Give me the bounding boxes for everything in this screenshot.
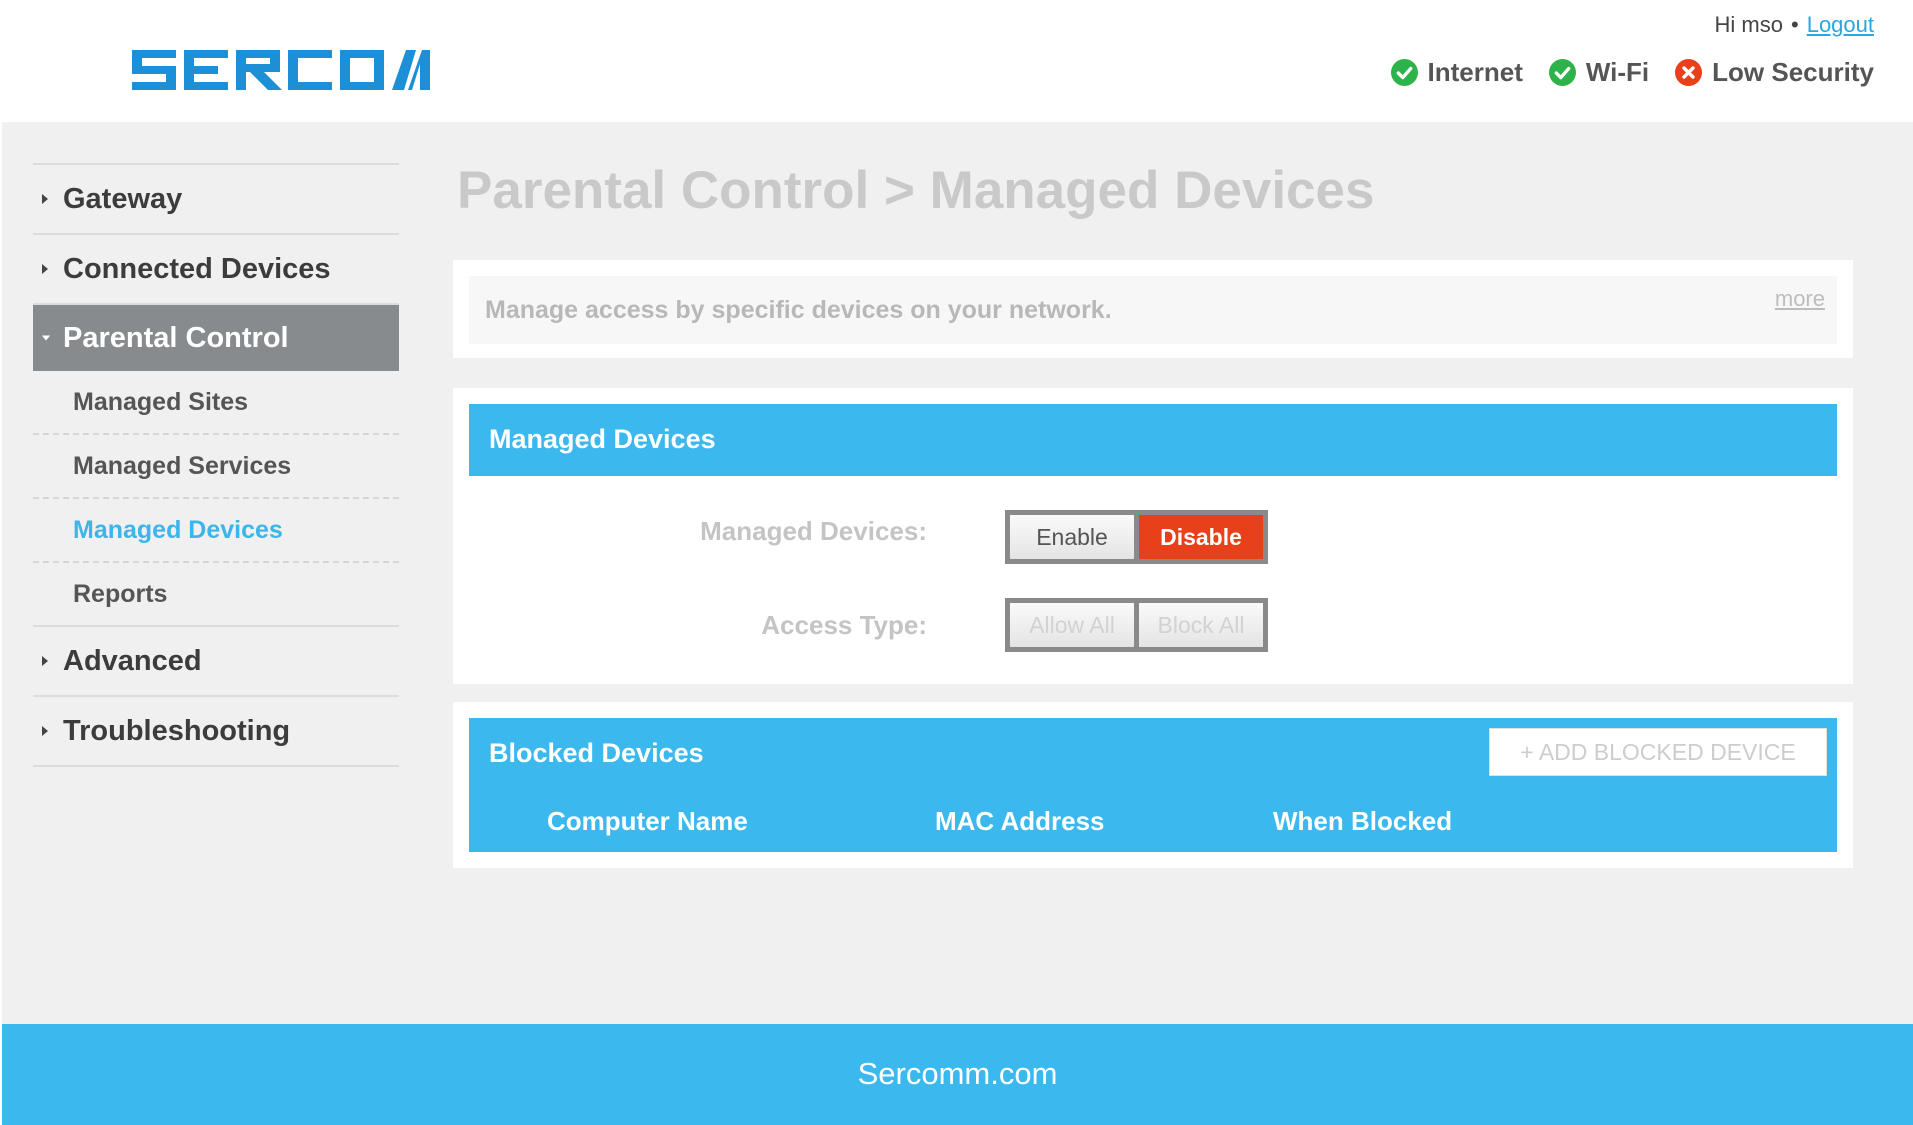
sidebar-item-connected-devices[interactable]: Connected Devices	[33, 235, 399, 305]
sidebar-item-label: Connected Devices	[63, 252, 331, 285]
sercomm-logo[interactable]	[130, 50, 430, 90]
managed-devices-label: Managed Devices:	[700, 516, 927, 546]
sidebar-subitem-managed-sites[interactable]: Managed Sites	[33, 371, 399, 435]
column-header-mac-address: MAC Address	[935, 806, 1105, 836]
caret-down-icon	[41, 334, 51, 342]
sidebar-subitem-label: Managed Sites	[73, 387, 249, 416]
status-security: Low Security	[1675, 57, 1874, 88]
managed-devices-card: Managed Devices Managed Devices: Enable …	[453, 388, 1853, 684]
block-all-button[interactable]: Block All	[1139, 603, 1263, 647]
blocked-devices-header: Blocked Devices + ADD BLOCKED DEVICE Com…	[469, 718, 1837, 852]
sidebar-subitem-managed-services[interactable]: Managed Services	[33, 435, 399, 499]
sidebar-nav: Gateway Connected Devices Parental Contr…	[33, 163, 399, 767]
managed-devices-toggle: Enable Disable	[1005, 510, 1268, 564]
footer-link[interactable]: Sercomm.com	[2, 1056, 1913, 1092]
column-header-computer-name: Computer Name	[547, 806, 748, 836]
sidebar-item-label: Advanced	[63, 644, 202, 677]
caret-right-icon	[41, 725, 51, 737]
header: Hi mso • Logout Internet Wi-Fi Low Securit…	[0, 0, 1913, 122]
footer: Sercomm.com	[2, 1024, 1913, 1125]
sidebar-item-label: Troubleshooting	[63, 714, 291, 747]
enable-button[interactable]: Enable	[1010, 515, 1134, 559]
column-header-when-blocked: When Blocked	[1273, 806, 1453, 836]
add-blocked-device-button[interactable]: + ADD BLOCKED DEVICE	[1489, 728, 1827, 776]
logout-link[interactable]: Logout	[1807, 12, 1874, 37]
sidebar-subitem-label: Managed Devices	[73, 515, 283, 544]
description-box: Manage access by specific devices on you…	[469, 276, 1837, 344]
access-type-label: Access Type:	[761, 610, 927, 640]
status-wifi: Wi-Fi	[1548, 57, 1650, 88]
sidebar-item-label: Gateway	[63, 182, 183, 215]
status-security-label: Low Security	[1712, 57, 1874, 87]
user-greeting: Hi mso • Logout	[1715, 12, 1874, 38]
page-title: Parental Control > Managed Devices	[457, 161, 1375, 220]
section-title: Managed Devices	[489, 424, 716, 454]
sidebar-item-troubleshooting[interactable]: Troubleshooting	[33, 697, 399, 767]
sidebar-subitem-reports[interactable]: Reports	[33, 563, 399, 627]
section-title: Blocked Devices	[489, 738, 704, 768]
greeting-text: Hi mso	[1714, 12, 1783, 37]
x-circle-icon	[1675, 59, 1703, 86]
status-bar: Internet Wi-Fi Low Security	[1390, 57, 1874, 88]
caret-right-icon	[41, 263, 51, 275]
sidebar-item-parental-control[interactable]: Parental Control	[33, 305, 399, 371]
blocked-devices-card: Blocked Devices + ADD BLOCKED DEVICE Com…	[453, 702, 1853, 868]
managed-devices-header: Managed Devices	[469, 404, 1837, 476]
sidebar-item-advanced[interactable]: Advanced	[33, 627, 399, 697]
status-wifi-label: Wi-Fi	[1585, 57, 1650, 87]
sidebar-subitem-label: Reports	[73, 579, 168, 608]
sidebar-subitem-label: Managed Services	[73, 451, 292, 480]
check-circle-icon	[1390, 59, 1418, 86]
caret-right-icon	[41, 193, 51, 205]
sidebar-item-gateway[interactable]: Gateway	[33, 165, 399, 235]
access-type-toggle: Allow All Block All	[1005, 598, 1268, 652]
greeting-separator: •	[1791, 12, 1799, 37]
status-internet: Internet	[1390, 57, 1523, 88]
more-link[interactable]: more	[1775, 286, 1825, 312]
allow-all-button[interactable]: Allow All	[1010, 603, 1134, 647]
sidebar-item-label: Parental Control	[63, 321, 289, 354]
description-card: Manage access by specific devices on you…	[453, 260, 1853, 358]
content-area: Gateway Connected Devices Parental Contr…	[2, 122, 1913, 1024]
sidebar-subitem-managed-devices[interactable]: Managed Devices	[33, 499, 399, 563]
status-internet-label: Internet	[1427, 57, 1523, 87]
disable-button[interactable]: Disable	[1139, 515, 1263, 559]
check-circle-icon	[1548, 59, 1576, 86]
caret-right-icon	[41, 655, 51, 667]
description-text: Manage access by specific devices on you…	[485, 296, 1112, 324]
